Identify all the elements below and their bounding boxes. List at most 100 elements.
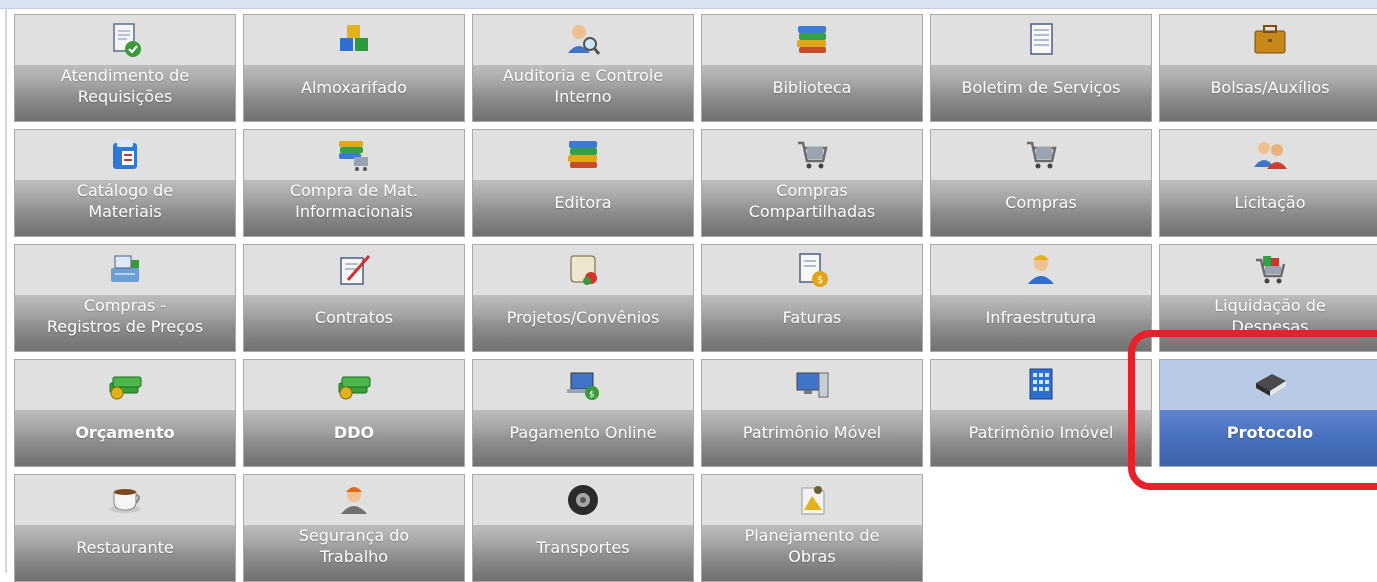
coffee-cup-icon (110, 489, 140, 513)
user-magnifier-icon (568, 25, 601, 55)
module-tile-contratos[interactable]: Contratos (243, 244, 465, 352)
module-tile-boletim-de-servicos[interactable]: Boletim de Serviços (930, 14, 1152, 122)
module-tile-pagamento-online[interactable]: $ Pagamento Online (472, 359, 694, 467)
tile-label: Atendimento de Requisições (60, 66, 190, 106)
svg-text:$: $ (589, 390, 595, 400)
tile-label-area: Orçamento (15, 410, 235, 466)
tile-icon-area (1160, 15, 1377, 65)
tile-label: Catálogo de Materiais (76, 181, 174, 221)
contract-pen-icon (340, 255, 371, 285)
module-tile-orcamento[interactable]: Orçamento (14, 359, 236, 467)
invoice-coin-icon: $ (799, 253, 828, 287)
tile-icon-area (15, 475, 235, 525)
computer-icon (796, 372, 829, 398)
tile-label-area: Licitação (1160, 180, 1377, 236)
module-tile-compra-de-mat-informacionais[interactable]: Compra de Mat. Informacionais (243, 129, 465, 237)
tile-label-area: Bolsas/Auxílios (1160, 65, 1377, 121)
module-tile-catalogo-de-materiais[interactable]: Catálogo de Materiais (14, 129, 236, 237)
tile-icon-area (702, 15, 922, 65)
module-tile-infraestrutura[interactable]: Infraestrutura (930, 244, 1152, 352)
tile-icon-area (702, 475, 922, 525)
tile-label-area: Compra de Mat. Informacionais (244, 180, 464, 236)
tile-label: Bolsas/Auxílios (1210, 78, 1330, 97)
module-tile-seguranca-do-trabalho[interactable]: Segurança do Trabalho (243, 474, 465, 582)
module-tile-biblioteca[interactable]: Biblioteca (701, 14, 923, 122)
tile-label-area: DDO (244, 410, 464, 466)
module-tile-compras-registros-de-precos[interactable]: Compras - Registros de Preços (14, 244, 236, 352)
colored-blocks-icon (340, 25, 368, 51)
tile-icon-area (244, 245, 464, 295)
tile-label-area: Compras (931, 180, 1151, 236)
tile-label: Biblioteca (772, 78, 852, 97)
tile-label-area: Infraestrutura (931, 295, 1151, 351)
tile-icon-area (702, 130, 922, 180)
shopping-cart-icon (798, 141, 828, 169)
users-icon (1254, 142, 1287, 169)
worker-icon (1028, 255, 1054, 284)
hardhat-worker-icon (341, 487, 367, 514)
tile-label-area: Pagamento Online (473, 410, 693, 466)
module-tile-ddo[interactable]: DDO (243, 359, 465, 467)
tile-icon-area (931, 15, 1151, 65)
tile-label-area: Patrimônio Móvel (702, 410, 922, 466)
books-stack-icon (797, 26, 826, 53)
tile-label-area: Patrimônio Imóvel (931, 410, 1151, 466)
tile-icon-area (702, 360, 922, 410)
cart-items-icon (1256, 256, 1286, 284)
module-tile-bolsas-auxilios[interactable]: Bolsas/Auxílios (1159, 14, 1377, 122)
tile-icon-area (244, 130, 464, 180)
tile-icon-area (244, 15, 464, 65)
tile-label-area: Planejamento de Obras (702, 525, 922, 581)
module-tile-atendimento-de-requisicoes[interactable]: Atendimento de Requisições (14, 14, 236, 122)
tile-icon-area (15, 360, 235, 410)
tile-label: Restaurante (76, 538, 174, 557)
tile-label-area: Almoxarifado (244, 65, 464, 121)
module-tile-compras[interactable]: Compras (930, 129, 1152, 237)
module-tile-restaurante[interactable]: Restaurante (14, 474, 236, 582)
tire-icon (568, 485, 598, 515)
module-tile-patrimonio-imovel[interactable]: Patrimônio Imóvel (930, 359, 1152, 467)
laptop-coin-icon: $ (567, 372, 599, 400)
tile-label: Patrimônio Móvel (742, 423, 882, 442)
module-tile-patrimonio-movel[interactable]: Patrimônio Móvel (701, 359, 923, 467)
tile-label: Transportes (536, 538, 630, 557)
tile-label-area: Faturas (702, 295, 922, 351)
tile-label: DDO (333, 423, 375, 442)
tile-label-area: Projetos/Convênios (473, 295, 693, 351)
module-tile-licitacao[interactable]: Licitação (1159, 129, 1377, 237)
svg-text:$: $ (817, 275, 823, 286)
tile-label: Planejamento de Obras (744, 526, 880, 566)
tile-icon-area (15, 245, 235, 295)
module-tile-faturas[interactable]: $ Faturas (701, 244, 923, 352)
module-tile-protocolo[interactable]: Protocolo (1159, 359, 1377, 467)
tile-icon-area (1160, 360, 1377, 410)
tile-label-area: Compras Compartilhadas (702, 180, 922, 236)
tile-label: Orçamento (75, 423, 175, 442)
building-icon (1029, 368, 1053, 400)
tile-label-area: Transportes (473, 525, 693, 581)
module-tile-planejamento-de-obras[interactable]: Planejamento de Obras (701, 474, 923, 582)
module-tile-editora[interactable]: Editora (472, 129, 694, 237)
module-tile-almoxarifado[interactable]: Almoxarifado (243, 14, 465, 122)
tile-label: Projetos/Convênios (506, 308, 660, 327)
books-stack-icon (568, 141, 597, 168)
books-cart-icon (339, 141, 368, 171)
catalog-icon (113, 139, 137, 169)
tile-label: Almoxarifado (301, 78, 407, 97)
module-tile-projetos-convenios[interactable]: Projetos/Convênios (472, 244, 694, 352)
module-tile-liquidacao-de-despesas[interactable]: Liquidação de Despesas (1159, 244, 1377, 352)
tile-icon-area (473, 475, 693, 525)
tile-icon-area (244, 360, 464, 410)
module-tile-auditoria-e-controle-interno[interactable]: Auditoria e Controle Interno (472, 14, 694, 122)
briefcase-icon (1254, 25, 1286, 54)
tile-label: Patrimônio Imóvel (968, 423, 1114, 442)
tile-icon-area (473, 130, 693, 180)
module-tile-transportes[interactable]: Transportes (472, 474, 694, 582)
tile-label-area: Auditoria e Controle Interno (473, 65, 693, 121)
left-border (5, 8, 7, 573)
tile-label-area: Protocolo (1160, 410, 1377, 466)
module-tile-compras-compartilhadas[interactable]: Compras Compartilhadas (701, 129, 923, 237)
tile-label: Compra de Mat. Informacionais (289, 181, 419, 221)
tile-icon-area (931, 245, 1151, 295)
tile-label-area: Liquidação de Despesas (1160, 295, 1377, 351)
